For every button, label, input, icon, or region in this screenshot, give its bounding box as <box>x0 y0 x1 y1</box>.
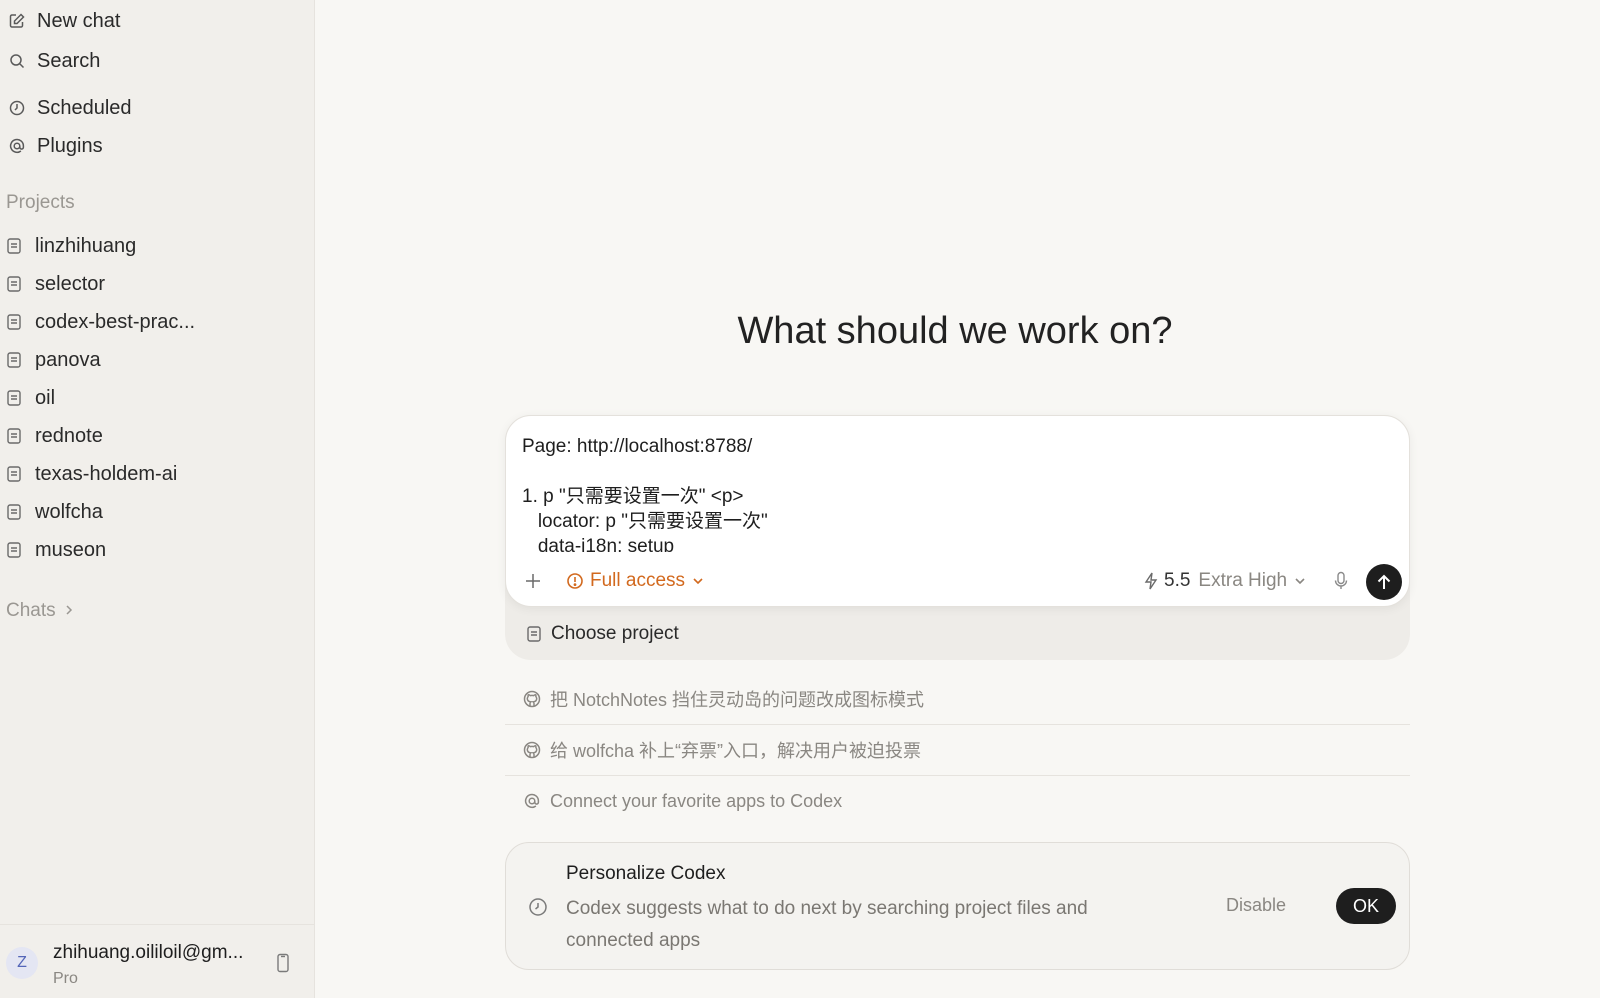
project-label: oil <box>35 386 56 409</box>
chevron-down-icon <box>692 574 704 589</box>
project-icon <box>6 351 22 369</box>
warning-circle-icon <box>566 572 584 590</box>
suggestion-item[interactable]: 给 wolfcha 补上“弃票”入口，解决用户被迫投票 <box>505 725 1410 775</box>
projects-heading: Projects <box>6 192 75 213</box>
send-button[interactable] <box>1366 564 1402 600</box>
project-item-oil[interactable]: oil <box>6 382 306 414</box>
microphone-icon <box>1334 571 1348 589</box>
chats-label: Chats <box>6 600 56 621</box>
card-description: Codex suggests what to do next by search… <box>566 898 1088 951</box>
card-title: Personalize Codex <box>566 863 726 884</box>
sparkle-clock-icon <box>528 897 548 917</box>
plus-icon <box>526 574 540 588</box>
project-icon <box>6 427 22 445</box>
model-dropdown[interactable]: 5.5 Extra High <box>1142 568 1306 594</box>
account-email: zhihuang.oililoil@gm... <box>53 942 244 963</box>
project-label: selector <box>35 272 106 295</box>
suggestion-label: Connect your favorite apps to Codex <box>550 790 843 811</box>
add-attachment-button[interactable] <box>522 570 544 592</box>
github-icon <box>523 690 541 708</box>
arrow-up-icon <box>1377 574 1391 589</box>
account-plan: Pro <box>53 970 78 987</box>
project-icon <box>6 313 22 331</box>
project-item-panova[interactable]: panova <box>6 344 306 376</box>
choose-project-button[interactable]: Choose project <box>526 620 679 648</box>
scheduled-button[interactable]: Scheduled <box>6 92 132 124</box>
suggestion-label: 给 wolfcha 补上“弃票”入口，解决用户被迫投票 <box>550 741 922 761</box>
project-label: codex-best-prac... <box>35 310 196 333</box>
search-icon <box>6 50 28 72</box>
plugins-label: Plugins <box>37 134 103 157</box>
project-label: rednote <box>35 424 103 447</box>
personalize-card: Personalize Codex Codex suggests what to… <box>505 842 1410 970</box>
page-title: What should we work on? <box>737 310 1173 352</box>
project-icon <box>6 389 22 407</box>
project-icon <box>6 541 22 559</box>
microphone-button[interactable] <box>1330 570 1352 592</box>
chats-section-toggle[interactable]: Chats <box>6 597 74 625</box>
project-item-selector[interactable]: selector <box>6 268 306 300</box>
search-button[interactable]: Search <box>6 45 100 77</box>
composer: Page: http://localhost:8788/ 1. p "只需要设置… <box>505 415 1410 607</box>
project-label: wolfcha <box>35 500 103 523</box>
plugins-button[interactable]: Plugins <box>6 130 103 162</box>
new-chat-label: New chat <box>37 9 121 32</box>
suggestion-label: 把 NotchNotes 挡住灵动岛的问题改成图标模式 <box>550 690 925 710</box>
search-label: Search <box>37 49 101 72</box>
project-icon <box>6 465 22 483</box>
project-item-rednote[interactable]: rednote <box>6 420 306 452</box>
project-icon <box>6 275 22 293</box>
model-version: 5.5 <box>1164 570 1191 591</box>
clock-icon <box>6 97 28 119</box>
avatar: Z <box>6 947 38 979</box>
github-icon <box>523 741 541 759</box>
at-sign-icon <box>6 135 28 157</box>
project-label: museon <box>35 538 107 561</box>
access-mode-dropdown[interactable]: Full access <box>566 568 704 594</box>
project-icon <box>6 503 22 521</box>
project-label: texas-holdem-ai <box>35 462 178 485</box>
reasoning-effort-label: Extra High <box>1198 570 1288 591</box>
choose-project-label: Choose project <box>551 623 679 644</box>
connect-apps-suggestion[interactable]: Connect your favorite apps to Codex <box>505 776 1410 826</box>
project-icon <box>526 625 542 643</box>
disable-button[interactable]: Disable <box>1226 895 1286 916</box>
project-item-museon[interactable]: museon <box>6 534 306 566</box>
new-chat-button[interactable]: New chat <box>6 5 120 37</box>
project-item-texas-holdem-ai[interactable]: texas-holdem-ai <box>6 458 306 490</box>
sidebar: New chat Search Scheduled Plugins Projec… <box>0 0 315 998</box>
prompt-input[interactable]: Page: http://localhost:8788/ 1. p "只需要设置… <box>522 434 1382 552</box>
project-label: linzhihuang <box>35 234 137 257</box>
chevron-right-icon <box>64 603 74 619</box>
compose-icon <box>6 10 28 32</box>
project-item-codex-best-practices[interactable]: codex-best-prac... <box>6 306 306 338</box>
project-icon <box>6 237 22 255</box>
app-window: New chat Search Scheduled Plugins Projec… <box>0 0 1600 998</box>
at-sign-icon <box>523 792 541 810</box>
ok-button[interactable]: OK <box>1336 888 1396 924</box>
project-item-linzhihuang[interactable]: linzhihuang <box>6 230 306 262</box>
scheduled-label: Scheduled <box>37 96 132 119</box>
project-item-wolfcha[interactable]: wolfcha <box>6 496 306 528</box>
suggestion-item[interactable]: 把 NotchNotes 挡住灵动岛的问题改成图标模式 <box>505 674 1410 724</box>
account-panel[interactable]: Z zhihuang.oililoil@gm... Pro <box>0 924 315 998</box>
device-icon[interactable] <box>272 952 294 974</box>
project-label: panova <box>35 348 101 371</box>
access-mode-label: Full access <box>590 570 686 591</box>
chevron-down-icon <box>1294 574 1306 589</box>
bolt-icon <box>1142 572 1160 590</box>
